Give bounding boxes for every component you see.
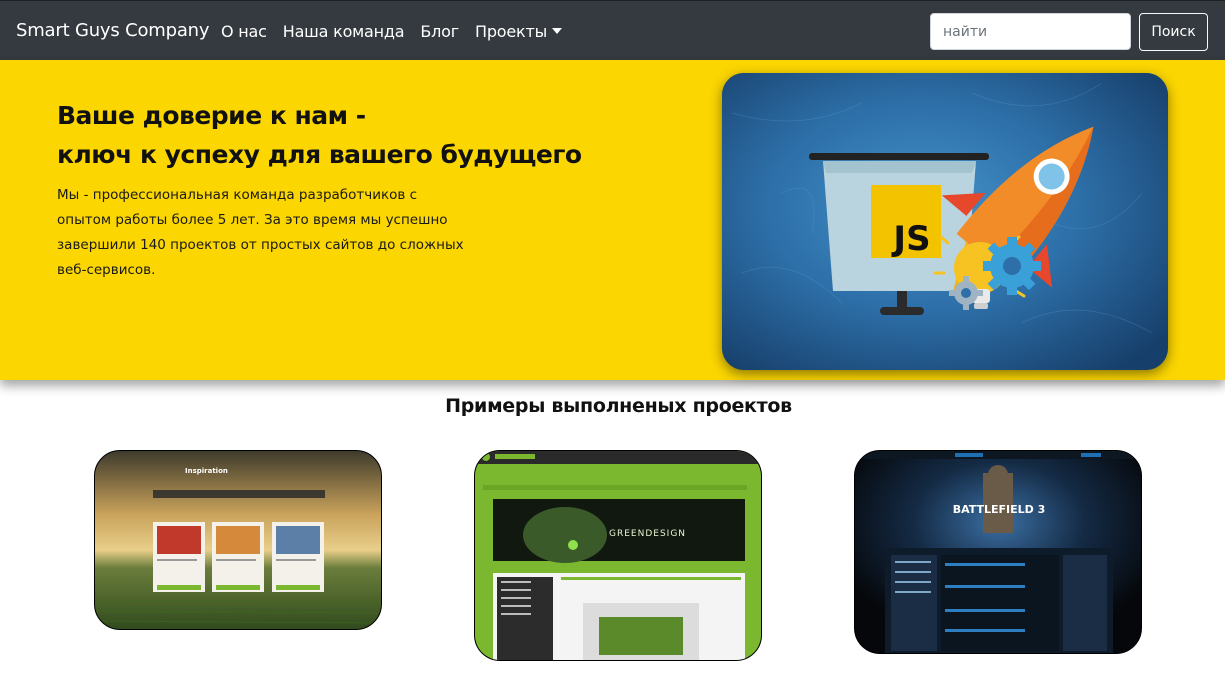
search-button[interactable]: Поиск: [1139, 13, 1208, 51]
navbar: Smart Guys Company О нас Наша команда Бл…: [0, 0, 1225, 60]
search-input[interactable]: [930, 13, 1131, 50]
brand-logo[interactable]: Smart Guys Company: [16, 20, 210, 41]
project-thumbnail-inspiration: Inspiration: [95, 451, 381, 629]
greendesign-caption: GREENDESIGN: [609, 529, 686, 539]
projects-section-title: Примеры выполненых проектов: [445, 395, 792, 417]
nav-link-blog[interactable]: Блог: [420, 22, 459, 41]
hero-illustration: JS: [722, 73, 1168, 370]
nav-link-team[interactable]: Наша команда: [283, 22, 405, 41]
js-rocket-illustration: JS: [722, 73, 1168, 370]
battlefield-caption: BATTLEFIELD 3: [953, 503, 1046, 516]
hero-title-line-2: ключ к успеху для вашего будущего: [57, 140, 582, 169]
project-card-battlefield[interactable]: BATTLEFIELD 3: [854, 450, 1142, 654]
js-badge: JS: [891, 219, 930, 259]
project-thumbnail-battlefield: BATTLEFIELD 3: [855, 451, 1141, 653]
nav-dropdown-projects-label: Проекты: [474, 22, 548, 41]
hero-section: Ваше доверие к нам - ключ к успеху для в…: [0, 60, 1225, 380]
caret-down-icon: [552, 28, 563, 34]
project-thumbnail-greendesign: GREENDESIGN: [475, 451, 761, 660]
nav-link-about[interactable]: О нас: [221, 22, 267, 41]
nav-dropdown-projects[interactable]: Проекты: [474, 22, 563, 41]
project-card-greendesign[interactable]: GREENDESIGN: [474, 450, 762, 661]
nav-menu: О нас Наша команда Блог Проекты: [221, 22, 563, 41]
hero-title-line-1: Ваше доверие к нам -: [57, 101, 366, 130]
hero-title: Ваше доверие к нам - ключ к успеху для в…: [57, 96, 582, 174]
inspiration-caption: Inspiration: [185, 467, 228, 475]
project-card-inspiration[interactable]: Inspiration: [94, 450, 382, 630]
hero-description: Мы - профессиональная команда разработчи…: [57, 187, 464, 278]
